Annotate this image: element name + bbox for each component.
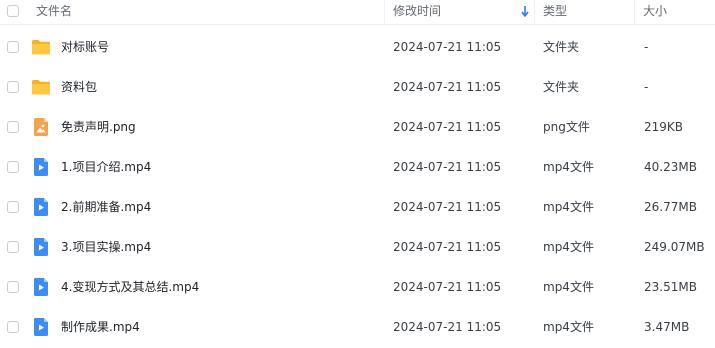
file-name[interactable]: 制作成果.mp4	[61, 307, 140, 347]
file-name[interactable]: 4.变现方式及其总结.mp4	[61, 267, 199, 307]
file-size: -	[644, 80, 649, 94]
file-modified-time: 2024-07-21 11:05	[393, 120, 502, 134]
file-modified-time: 2024-07-21 11:05	[393, 200, 502, 214]
file-size: 26.77MB	[644, 200, 697, 214]
file-size: -	[644, 40, 649, 54]
row-checkbox[interactable]	[7, 321, 19, 333]
column-divider[interactable]	[634, 0, 635, 24]
column-header-size[interactable]: 大小	[643, 0, 667, 24]
file-modified-time: 2024-07-21 11:05	[393, 40, 502, 54]
file-row[interactable]: 资料包 2024-07-21 11:05 文件夹 -	[0, 67, 715, 107]
column-header-type[interactable]: 类型	[543, 0, 567, 24]
file-type: mp4文件	[543, 280, 594, 294]
file-row[interactable]: 3.项目实操.mp4 2024-07-21 11:05 mp4文件 249.07MB	[0, 227, 715, 267]
file-size: 3.47MB	[644, 320, 690, 334]
video-file-icon	[31, 237, 51, 257]
row-checkbox[interactable]	[7, 201, 19, 213]
file-size: 249.07MB	[644, 240, 705, 254]
file-list: 文件名 修改时间 类型 大小 对标账号 2024-07-21 11:05 文件夹 - 资…	[0, 0, 715, 348]
select-all-checkbox[interactable]	[7, 5, 19, 17]
row-checkbox[interactable]	[7, 121, 19, 133]
file-row[interactable]: 对标账号 2024-07-21 11:05 文件夹 -	[0, 27, 715, 67]
column-header-modified[interactable]: 修改时间	[393, 0, 441, 24]
file-row[interactable]: 免责声明.png 2024-07-21 11:05 png文件 219KB	[0, 107, 715, 147]
file-name[interactable]: 资料包	[61, 67, 97, 107]
file-type: mp4文件	[543, 240, 594, 254]
row-checkbox[interactable]	[7, 241, 19, 253]
file-name[interactable]: 免责声明.png	[61, 107, 136, 147]
video-file-icon	[31, 317, 51, 337]
file-type: mp4文件	[543, 160, 594, 174]
file-row[interactable]: 2.前期准备.mp4 2024-07-21 11:05 mp4文件 26.77MB	[0, 187, 715, 227]
column-divider[interactable]	[534, 0, 535, 24]
file-type: png文件	[543, 120, 590, 134]
row-checkbox[interactable]	[7, 161, 19, 173]
file-name[interactable]: 3.项目实操.mp4	[61, 227, 151, 267]
file-size: 40.23MB	[644, 160, 697, 174]
column-header-name[interactable]: 文件名	[36, 0, 72, 24]
file-type: mp4文件	[543, 200, 594, 214]
video-file-icon	[31, 197, 51, 217]
file-row[interactable]: 1.项目介绍.mp4 2024-07-21 11:05 mp4文件 40.23MB	[0, 147, 715, 187]
file-type: 文件夹	[543, 80, 580, 94]
file-type: 文件夹	[543, 40, 580, 54]
file-modified-time: 2024-07-21 11:05	[393, 280, 502, 294]
file-modified-time: 2024-07-21 11:05	[393, 240, 502, 254]
video-file-icon	[31, 157, 51, 177]
file-modified-time: 2024-07-21 11:05	[393, 80, 502, 94]
video-file-icon	[31, 277, 51, 297]
file-name[interactable]: 1.项目介绍.mp4	[61, 147, 151, 187]
row-checkbox[interactable]	[7, 281, 19, 293]
image-file-icon	[31, 117, 51, 137]
folder-icon	[31, 77, 51, 97]
file-size: 23.51MB	[644, 280, 697, 294]
file-type: mp4文件	[543, 320, 594, 334]
file-modified-time: 2024-07-21 11:05	[393, 160, 502, 174]
file-size: 219KB	[644, 120, 684, 134]
row-checkbox[interactable]	[7, 81, 19, 93]
file-row[interactable]: 制作成果.mp4 2024-07-21 11:05 mp4文件 3.47MB	[0, 307, 715, 347]
folder-icon	[31, 37, 51, 57]
file-name[interactable]: 对标账号	[61, 27, 109, 67]
sort-arrow-down-icon[interactable]	[521, 4, 529, 18]
file-row[interactable]: 4.变现方式及其总结.mp4 2024-07-21 11:05 mp4文件 23.51…	[0, 267, 715, 307]
row-checkbox[interactable]	[7, 41, 19, 53]
column-divider[interactable]	[384, 0, 385, 24]
file-modified-time: 2024-07-21 11:05	[393, 320, 502, 334]
file-name[interactable]: 2.前期准备.mp4	[61, 187, 151, 227]
table-header: 文件名 修改时间 类型 大小	[0, 0, 715, 25]
